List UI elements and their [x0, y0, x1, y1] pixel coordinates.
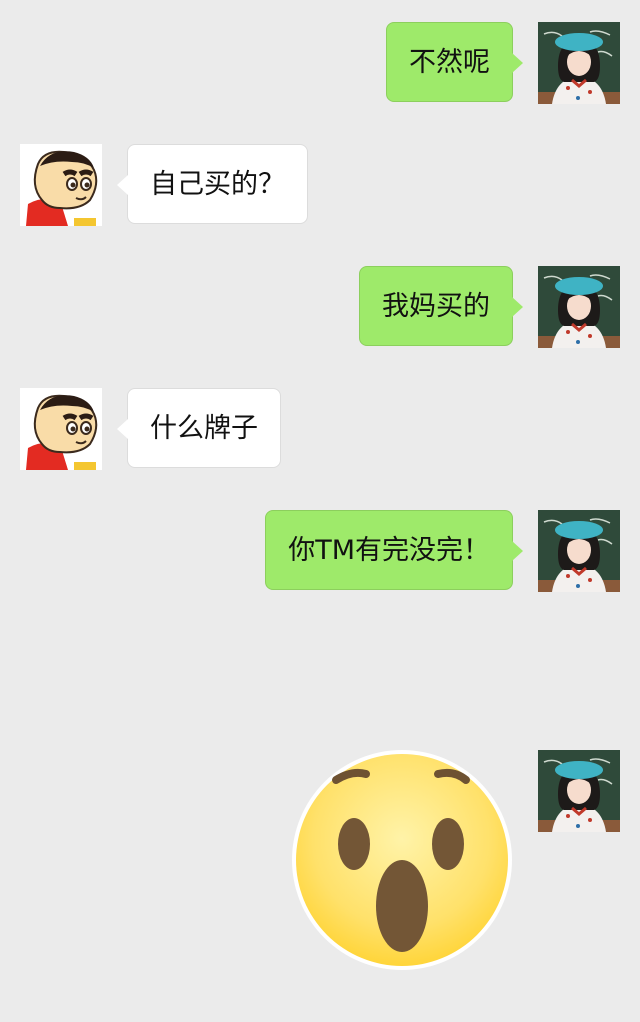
message-text: 我妈买的: [382, 291, 490, 322]
girl-avatar-icon: [538, 750, 620, 832]
message-bubble-outgoing[interactable]: 我妈买的: [359, 266, 523, 346]
cartoon-boy-avatar-icon: [20, 388, 102, 470]
my-avatar[interactable]: [538, 266, 620, 348]
message-text: 你TM有完没完！: [288, 535, 490, 566]
surprised-face-emoji-icon: [292, 750, 512, 970]
girl-avatar-icon: [538, 510, 620, 592]
message-text: 自己买的？: [150, 169, 285, 200]
contact-avatar[interactable]: [20, 144, 102, 226]
contact-avatar[interactable]: [20, 388, 102, 470]
chat-window: 不然呢 自己买的？ 我妈买的 什么牌子 你TM有完没完！: [0, 0, 640, 1022]
message-text: 什么牌子: [150, 413, 258, 444]
my-avatar[interactable]: [538, 510, 620, 592]
girl-avatar-icon: [538, 266, 620, 348]
message-text: 不然呢: [409, 47, 490, 78]
message-bubble-outgoing[interactable]: 你TM有完没完！: [265, 510, 523, 590]
message-bubble-outgoing[interactable]: 不然呢: [386, 22, 523, 102]
message-bubble-incoming[interactable]: 什么牌子: [117, 388, 281, 468]
message-bubble-incoming[interactable]: 自己买的？: [117, 144, 308, 224]
girl-avatar-icon: [538, 22, 620, 104]
sticker-message[interactable]: [290, 748, 514, 972]
my-avatar[interactable]: [538, 750, 620, 832]
cartoon-boy-avatar-icon: [20, 144, 102, 226]
my-avatar[interactable]: [538, 22, 620, 104]
